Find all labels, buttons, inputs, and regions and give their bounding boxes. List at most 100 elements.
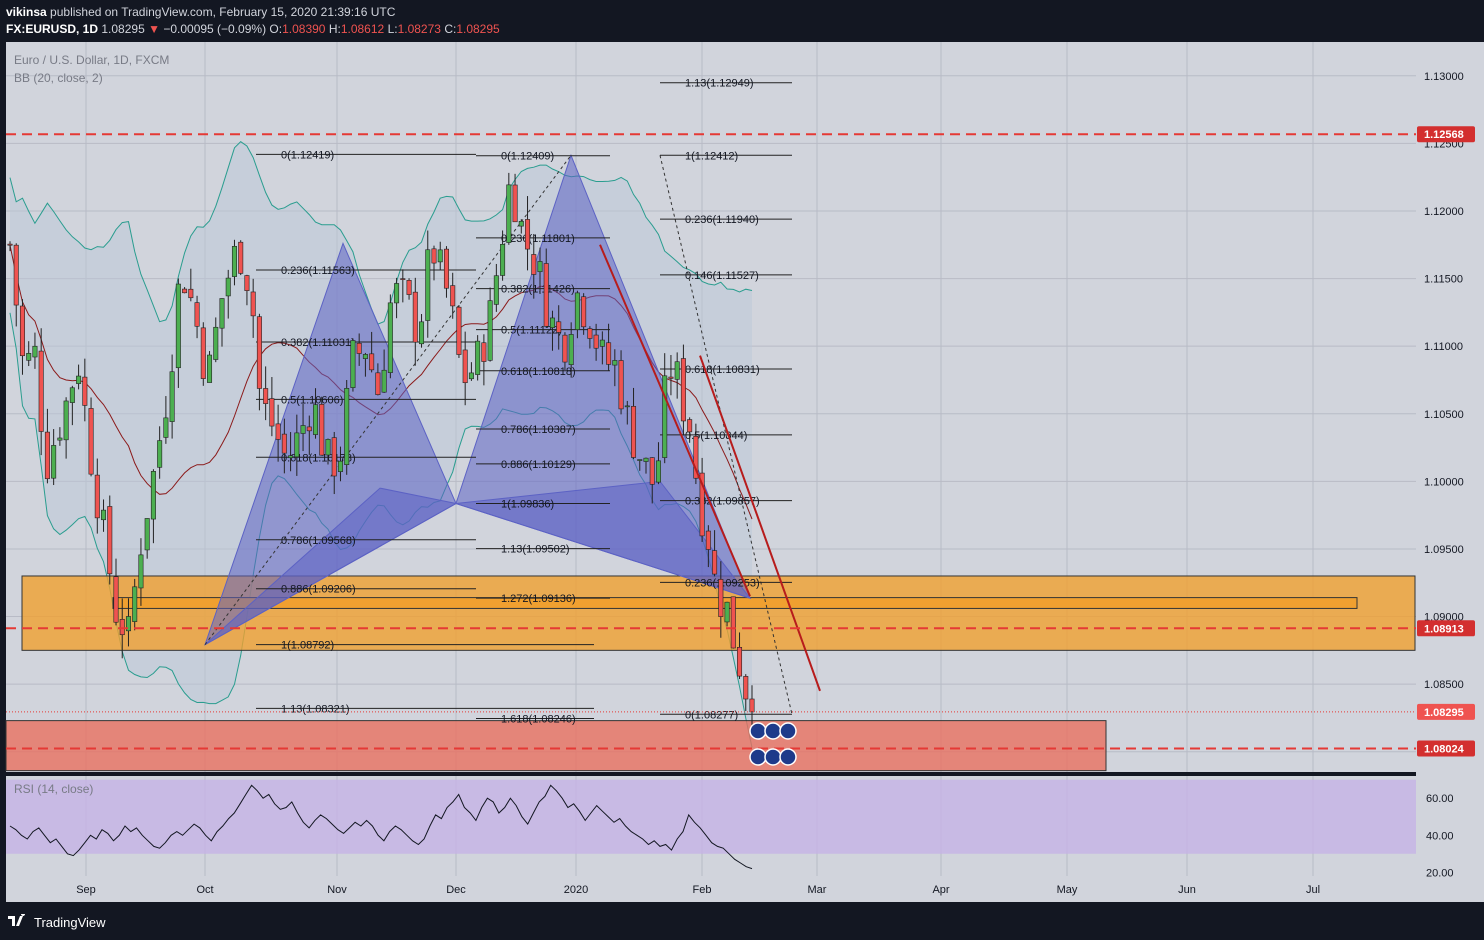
candle-body (475, 340, 481, 375)
candle-body (680, 358, 686, 422)
candle-body (543, 263, 549, 327)
candle-body (275, 423, 281, 440)
candle-body (668, 376, 674, 379)
candle-body (69, 387, 75, 403)
candle-body (749, 698, 755, 713)
price-tag-label: 1.08913 (1424, 623, 1464, 635)
candle-body (387, 302, 393, 373)
candle-body (643, 457, 649, 462)
candle-body (107, 506, 113, 575)
y-tick-label: 1.12000 (1424, 206, 1464, 218)
candle-body (525, 219, 531, 250)
candle-body (63, 400, 69, 441)
x-tick-label: Oct (196, 884, 213, 896)
candle-body (231, 246, 237, 277)
candle-body (637, 459, 643, 461)
candle-body (562, 334, 568, 363)
footer-brand[interactable]: TradingView (34, 915, 106, 930)
rsi-plot: 60.00 40.00 20.00 (6, 779, 1454, 879)
candle-body (437, 249, 443, 263)
red-zone (5, 720, 1107, 772)
candle-body (356, 342, 362, 354)
y-tick-label: 1.11500 (1424, 274, 1463, 286)
fib-label: 0.618(1.10831) (685, 364, 760, 376)
tradingview-logo-icon[interactable] (8, 914, 28, 928)
fib-label: 0.886(1.10129) (501, 459, 576, 471)
candle-body (468, 372, 474, 380)
candle-body (431, 248, 437, 264)
candle-body (163, 417, 169, 438)
candle-body (481, 342, 487, 362)
fib-label: 1(1.12412) (685, 150, 738, 162)
candle-body (194, 302, 200, 327)
candle-body (624, 405, 630, 408)
candle-body (649, 457, 655, 485)
candle-body (263, 388, 269, 404)
legend-bb: BB (20, close, 2) (14, 71, 103, 85)
candle-body (369, 353, 375, 371)
y-tick-label: 1.09500 (1424, 544, 1464, 556)
candle-body (325, 439, 331, 456)
rsi-band (6, 779, 1416, 854)
price-tags: 1.12568 1.08913 1.08295 1.08024 (1417, 126, 1475, 757)
candle-body (419, 321, 425, 345)
candle-body (518, 220, 524, 227)
x-tick-label: 2020 (564, 884, 588, 896)
candle-body (612, 360, 618, 366)
fib-label: 0.5(1.10606) (281, 394, 343, 406)
fib-label: 0(1.08277) (685, 709, 738, 721)
candle-body (712, 550, 718, 575)
candle-body (175, 283, 181, 369)
x-tick-label: Mar (808, 884, 827, 896)
candle-body (238, 241, 244, 274)
y-tick-label: 1.11000 (1424, 341, 1463, 353)
y-tick-label: 1.13000 (1424, 71, 1464, 83)
candle-body (94, 474, 100, 519)
candle-body (574, 292, 580, 330)
candle-body (32, 345, 38, 358)
candle-body (568, 334, 574, 365)
candle-body (581, 296, 587, 328)
candle-body (26, 353, 32, 361)
footer: TradingView (0, 902, 1484, 940)
candle-body (512, 184, 518, 223)
candle-body (188, 288, 194, 299)
candle-body (44, 431, 50, 480)
candle-body (294, 432, 300, 458)
candle-body (313, 404, 319, 435)
candle-body (593, 334, 599, 349)
candle-body (456, 306, 462, 355)
candle-body (200, 327, 206, 379)
event-flag-icon (749, 748, 767, 766)
x-tick-label: Feb (693, 884, 712, 896)
fib-label: 0(1.12419) (281, 149, 334, 161)
candle-body (138, 554, 144, 589)
candle-body (500, 244, 506, 276)
candle-body (250, 291, 256, 317)
candle-body (506, 184, 512, 243)
candle-body (599, 339, 605, 347)
candle-body (425, 249, 431, 321)
candle-body (412, 291, 418, 343)
candle-body (462, 349, 468, 384)
candle-body (655, 460, 661, 483)
fib-label: 0.382(1.11426) (501, 284, 575, 296)
fib-label: 0.618(1.10818) (501, 366, 576, 378)
event-flag-icon (779, 748, 797, 766)
fib-label: 0.382(1.09857) (685, 496, 760, 508)
x-tick-label: Jul (1306, 884, 1320, 896)
chart-svg[interactable]: 1.13(1.12949) 0(1.12419) 0(1.12409) 1(1.124… (0, 0, 1484, 940)
event-flag-icon (749, 722, 767, 740)
candle-body (350, 340, 356, 388)
candle-body (705, 530, 711, 550)
legend-title: Euro / U.S. Dollar, 1D, FXCM (14, 53, 170, 67)
candle-body (724, 601, 730, 623)
x-tick-label: Nov (327, 884, 347, 896)
legend-rsi: RSI (14, close) (14, 782, 94, 796)
candle-body (631, 406, 637, 458)
candle-body (730, 596, 736, 649)
candle-body (281, 433, 287, 454)
rsi-tick-label: 20.00 (1426, 867, 1454, 879)
candle-body (82, 376, 88, 406)
candle-body (256, 316, 262, 389)
